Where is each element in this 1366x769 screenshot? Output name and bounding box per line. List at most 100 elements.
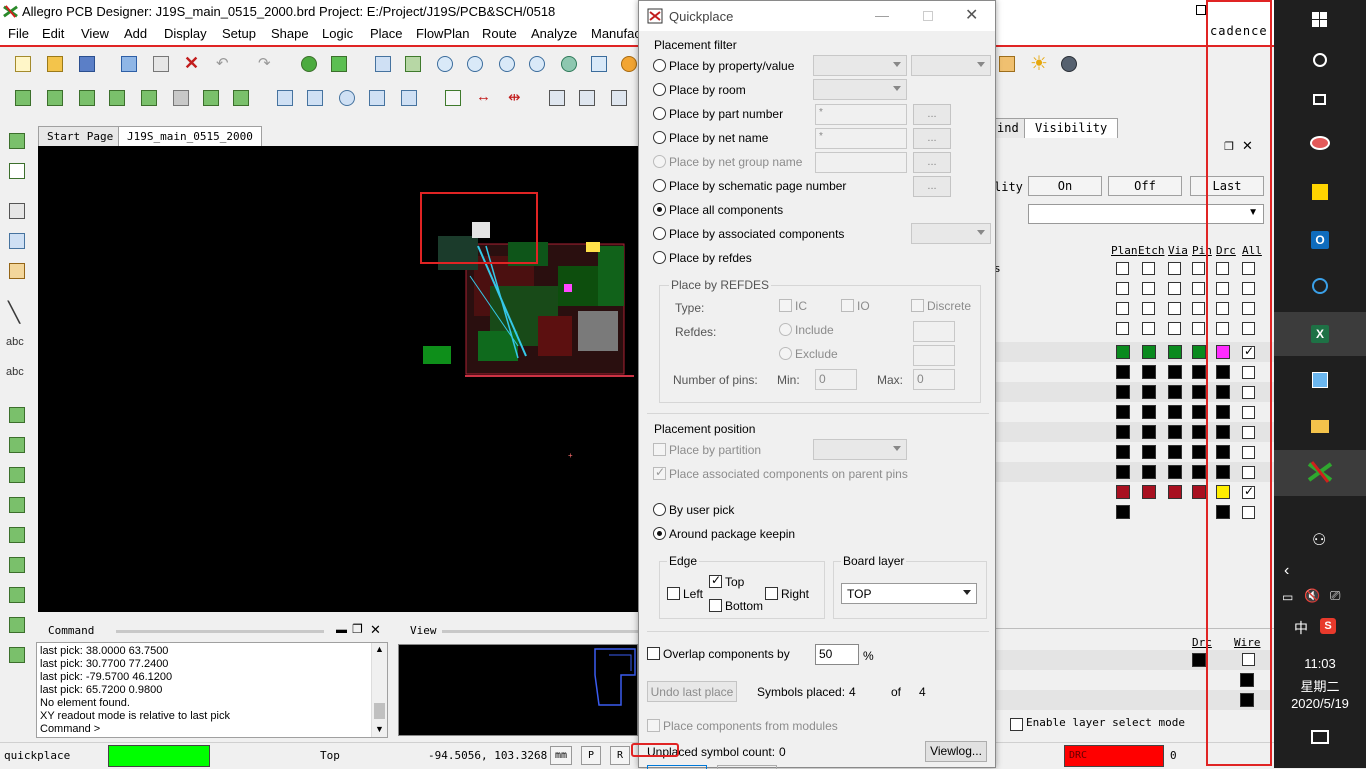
menu-place[interactable]: Place [370, 26, 403, 41]
color-swatch[interactable] [1168, 485, 1182, 499]
vis-checkbox[interactable] [1168, 262, 1181, 275]
vis-checkbox[interactable] [1142, 302, 1155, 315]
enable-layer-select-checkbox[interactable] [1010, 718, 1023, 731]
shape-split-icon[interactable] [6, 584, 30, 608]
vis-checkbox[interactable] [1116, 302, 1129, 315]
move-icon[interactable] [118, 53, 140, 75]
drc-mark-icon[interactable] [6, 404, 30, 428]
layer-bottom-icon[interactable] [44, 87, 66, 109]
viewlog-button[interactable]: Viewlog... [925, 741, 987, 762]
color-swatch[interactable] [1116, 365, 1130, 379]
menu-route[interactable]: Route [482, 26, 517, 41]
save-icon[interactable] [76, 53, 98, 75]
design-canvas[interactable]: + [38, 146, 638, 612]
overlap-label[interactable]: Overlap components by [663, 647, 790, 661]
vis-checkbox[interactable] [1142, 262, 1155, 275]
menu-add[interactable]: Add [124, 26, 147, 41]
redo-icon[interactable]: ↷ [254, 53, 276, 75]
clock-date[interactable]: 2020/5/19 [1274, 696, 1366, 711]
edge-left-label[interactable]: Left [683, 587, 703, 601]
shape-void-icon[interactable] [6, 524, 30, 548]
p-button[interactable]: P [581, 746, 601, 765]
sogou-icon[interactable]: S [1320, 618, 1336, 634]
app-feather-icon[interactable] [1306, 130, 1334, 158]
color-swatch[interactable] [1168, 405, 1182, 419]
color-swatch[interactable] [1116, 445, 1130, 459]
vis-checkbox[interactable] [1192, 262, 1205, 275]
r-button[interactable]: R [610, 746, 630, 765]
menu-display[interactable]: Display [164, 26, 207, 41]
battery-icon[interactable]: ▭ [1282, 590, 1293, 604]
dimension-icon[interactable] [442, 87, 464, 109]
chevron-left-icon[interactable]: ‹ [1284, 562, 1289, 580]
camera-icon[interactable] [608, 87, 630, 109]
slide-icon[interactable] [6, 230, 30, 254]
layer-top-icon[interactable] [12, 87, 34, 109]
drc-update-icon[interactable] [6, 434, 30, 458]
color-swatch[interactable] [1116, 345, 1130, 359]
push-pin-icon[interactable] [328, 53, 350, 75]
color-swatch[interactable] [1192, 653, 1206, 667]
color-swatch[interactable] [1116, 465, 1130, 479]
panel-restore-icon[interactable]: ❐ [352, 622, 363, 636]
undo-icon[interactable]: ↶ [212, 53, 234, 75]
radio-property-value-label[interactable]: Place by property/value [669, 59, 794, 73]
zoom-fit-icon[interactable] [434, 53, 456, 75]
open-folder-icon[interactable] [44, 53, 66, 75]
zoom-world-icon[interactable] [588, 53, 610, 75]
search-circle-icon[interactable] [1306, 46, 1334, 74]
dialog-minimize-icon[interactable]: — [875, 7, 889, 23]
drc-delete-icon[interactable] [6, 464, 30, 488]
menu-logic[interactable]: Logic [322, 26, 353, 41]
edit-text-icon[interactable]: abc [6, 362, 30, 386]
color-swatch[interactable] [1192, 345, 1206, 359]
color-swatch[interactable] [1142, 465, 1156, 479]
vis-checkbox[interactable] [1142, 282, 1155, 295]
radio-place-all[interactable] [653, 203, 666, 216]
radio-property-value[interactable] [653, 59, 666, 72]
vis-checkbox[interactable] [1168, 322, 1181, 335]
delete-icon[interactable]: ✕ [180, 53, 202, 75]
vis-checkbox[interactable] [1116, 282, 1129, 295]
vis-checkbox[interactable] [1192, 282, 1205, 295]
grid-icon[interactable] [372, 53, 394, 75]
color-swatch[interactable] [1192, 425, 1206, 439]
vis-checkbox[interactable] [1116, 262, 1129, 275]
menu-flowplan[interactable]: FlowPlan [416, 26, 469, 41]
radio-refdes[interactable] [653, 251, 666, 264]
shape-fill-icon[interactable] [6, 494, 30, 518]
edge-bottom-label[interactable]: Bottom [725, 599, 763, 613]
drc-indicator[interactable]: DRC [1064, 745, 1164, 767]
color-swatch[interactable] [1142, 485, 1156, 499]
command-log[interactable]: last pick: 38.0000 63.7500 last pick: 30… [36, 642, 388, 738]
ratsnest-icon[interactable] [402, 53, 424, 75]
radio-schematic-page-label[interactable]: Place by schematic page number [669, 179, 846, 193]
world-view[interactable] [398, 644, 638, 736]
color-swatch[interactable] [1168, 445, 1182, 459]
measure-icon[interactable]: ↔ [472, 87, 494, 109]
tools-icon[interactable] [576, 87, 598, 109]
radio-part-number[interactable] [653, 107, 666, 120]
color-swatch[interactable] [1142, 365, 1156, 379]
zoom-in-icon[interactable] [496, 53, 518, 75]
command-prompt[interactable]: Command > [40, 723, 384, 736]
menu-file[interactable]: File [8, 26, 29, 41]
color-swatch[interactable] [1116, 385, 1130, 399]
radio-around-keepin[interactable] [653, 527, 666, 540]
radio-associated-components[interactable] [653, 227, 666, 240]
new-file-icon[interactable] [12, 53, 34, 75]
tab-board[interactable]: J19S_main_0515_2000 [118, 126, 262, 146]
volume-muted-icon[interactable]: 🔇 [1304, 588, 1320, 604]
place-manual-icon[interactable] [6, 130, 30, 154]
shape-edit-icon[interactable] [398, 87, 420, 109]
color-swatch[interactable] [1168, 385, 1182, 399]
action-center-icon[interactable] [1311, 730, 1329, 744]
color-swatch[interactable] [1168, 425, 1182, 439]
place-button[interactable] [647, 765, 707, 769]
overlap-checkbox[interactable] [647, 647, 660, 660]
vis-checkbox[interactable] [1168, 302, 1181, 315]
radio-place-all-label[interactable]: Place all components [669, 203, 783, 217]
shape-corner-icon[interactable] [274, 87, 296, 109]
radio-part-number-label[interactable]: Place by part number [669, 107, 783, 121]
color-swatch[interactable] [1168, 345, 1182, 359]
